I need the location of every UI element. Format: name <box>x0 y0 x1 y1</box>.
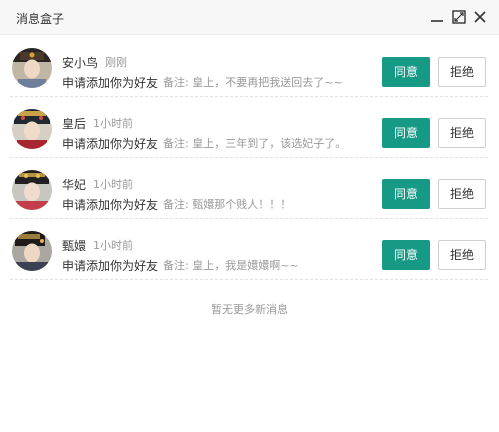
accept-button[interactable]: 同意 <box>382 118 430 148</box>
request-text: 申请添加你为好友 <box>62 198 159 212</box>
message-time: 1小时前 <box>93 239 133 252</box>
request-note: 备注: 甄嬛那个贱人！！！ <box>163 198 292 211</box>
request-text: 申请添加你为好友 <box>62 76 159 90</box>
list-item: 甄嬛 1小时前 申请添加你为好友 备注: 皇上，我是嬛嬛啊~~ 同意 拒绝 <box>0 219 499 280</box>
avatar[interactable] <box>12 231 52 271</box>
request-note: 备注: 皇上，我是嬛嬛啊~~ <box>163 259 299 272</box>
sender-name: 华妃 <box>62 178 87 192</box>
avatar[interactable] <box>12 48 52 88</box>
avatar[interactable] <box>12 109 52 149</box>
reject-button[interactable]: 拒绝 <box>438 240 486 270</box>
request-note: 备注: 皇上，三年到了，该选妃子了。 <box>163 137 347 150</box>
request-text: 申请添加你为好友 <box>62 259 159 273</box>
message-time: 1小时前 <box>93 117 133 130</box>
request-text: 申请添加你为好友 <box>62 137 159 151</box>
close-icon[interactable] <box>472 9 488 25</box>
request-note: 备注: 皇上，不要再把我送回去了~~ <box>163 76 343 89</box>
divider <box>10 279 488 280</box>
list-item: 皇后 1小时前 申请添加你为好友 备注: 皇上，三年到了，该选妃子了。 同意 拒… <box>0 97 499 158</box>
reject-button[interactable]: 拒绝 <box>438 118 486 148</box>
accept-button[interactable]: 同意 <box>382 57 430 87</box>
message-list: 安小鸟 刚刚 申请添加你为好友 备注: 皇上，不要再把我送回去了~~ 同意 拒绝… <box>0 36 499 280</box>
minimize-icon[interactable] <box>429 9 445 25</box>
message-time: 刚刚 <box>105 56 127 69</box>
window-title: 消息盒子 <box>16 12 65 26</box>
no-more-messages: 暂无更多新消息 <box>211 303 288 316</box>
avatar[interactable] <box>12 170 52 210</box>
window-titlebar: 消息盒子 <box>0 0 499 35</box>
list-item: 华妃 1小时前 申请添加你为好友 备注: 甄嬛那个贱人！！！ 同意 拒绝 <box>0 158 499 219</box>
list-item: 安小鸟 刚刚 申请添加你为好友 备注: 皇上，不要再把我送回去了~~ 同意 拒绝 <box>0 36 499 97</box>
reject-button[interactable]: 拒绝 <box>438 179 486 209</box>
maximize-icon[interactable] <box>451 9 467 25</box>
accept-button[interactable]: 同意 <box>382 240 430 270</box>
sender-name: 安小鸟 <box>62 56 99 70</box>
sender-name: 甄嬛 <box>62 239 87 253</box>
sender-name: 皇后 <box>62 117 87 131</box>
message-time: 1小时前 <box>93 178 133 191</box>
reject-button[interactable]: 拒绝 <box>438 57 486 87</box>
accept-button[interactable]: 同意 <box>382 179 430 209</box>
